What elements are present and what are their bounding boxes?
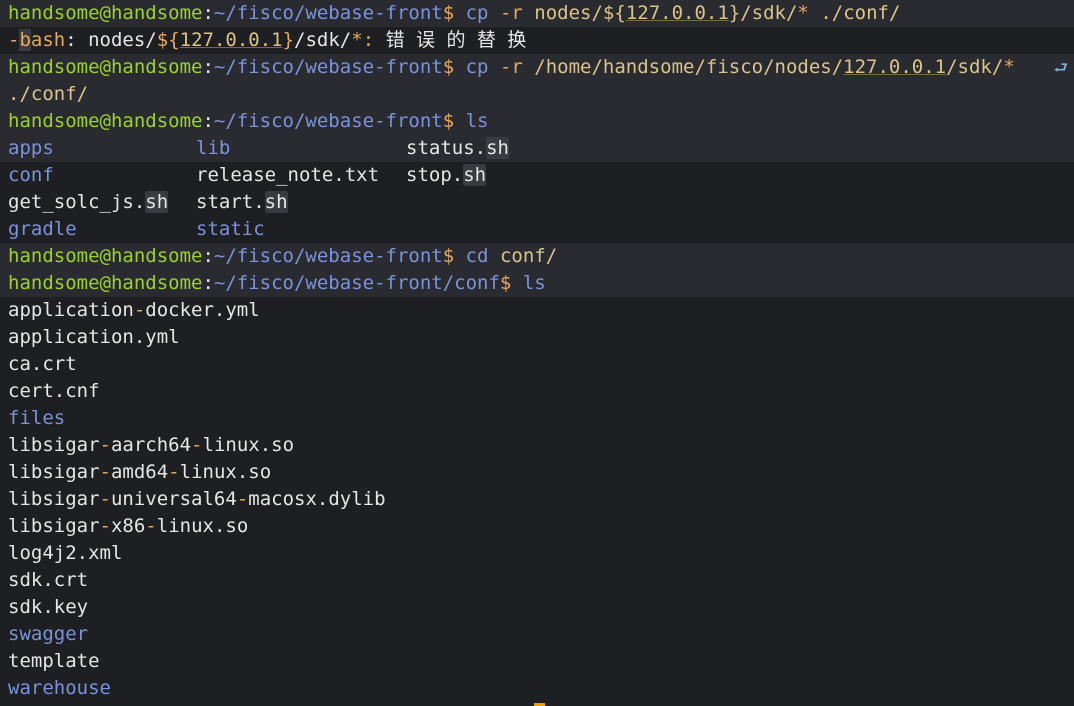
error-line: -bash: nodes/${127.0.0.1}/sdk/*: 错 误 的 替… [8, 29, 527, 51]
file-entry: libsigar-universal64-macosx.dylib [8, 488, 386, 510]
file-entry: cert.cnf [8, 380, 100, 402]
file-entry: release_note.txt [196, 164, 380, 186]
dir-entry: files [8, 407, 66, 429]
prompt-path: ~/fisco/webase-front [213, 2, 443, 24]
file-entry: template [8, 650, 100, 672]
terminal-window[interactable]: handsome@handsome:~/fisco/webase-front$ … [0, 0, 1074, 706]
prompt-line-cp-2-cont: ./conf/ [0, 81, 1074, 108]
dir-entry: swagger [8, 623, 89, 645]
dir-entry: warehouse [8, 677, 111, 699]
ls-row: get_solc_js.sh start.sh [0, 189, 1074, 216]
file-entry: status.sh [406, 137, 509, 159]
error-message: 错 误 的 替 换 [374, 29, 527, 51]
dir-entry: gradle [8, 218, 77, 240]
ls-row: apps lib status.sh [0, 135, 1074, 162]
file-entry: sdk.key [8, 596, 89, 618]
ls-row: gradle static [0, 216, 1074, 243]
line-wrap-icon: ⮐ [1053, 58, 1068, 77]
prompt-line-ls-2: handsome@handsome:~/fisco/webase-front/c… [0, 270, 1074, 297]
dir-entry: conf [8, 164, 54, 186]
file-entry: get_solc_js.sh [8, 191, 169, 213]
prompt-line-cp-2: handsome@handsome:~/fisco/webase-front$ … [0, 54, 1074, 81]
dir-entry: apps [8, 137, 54, 159]
file-entry: libsigar-amd64-linux.so [8, 461, 272, 483]
file-entry: libsigar-x86-linux.so [8, 515, 249, 537]
file-entry: application-docker.yml [8, 299, 260, 321]
prompt-line-cd: handsome@handsome:~/fisco/webase-front$ … [0, 243, 1074, 270]
file-entry: sdk.crt [8, 569, 89, 591]
command: cp [465, 2, 489, 24]
dir-entry: lib [196, 137, 231, 159]
file-entry: application.yml [8, 326, 180, 348]
prompt-user: handsome@handsome [8, 2, 203, 24]
file-entry: stop.sh [406, 164, 487, 186]
prompt-line-ls-1: handsome@handsome:~/fisco/webase-front$ … [0, 108, 1074, 135]
file-entry: ca.crt [8, 353, 77, 375]
file-entry: log4j2.xml [8, 542, 123, 564]
file-entry: start.sh [196, 191, 288, 213]
dir-entry: static [196, 218, 265, 240]
prompt-line-cp-1: handsome@handsome:~/fisco/webase-front$ … [0, 0, 1074, 27]
ls-row: conf release_note.txt stop.sh [0, 162, 1074, 189]
file-entry: libsigar-aarch64-linux.so [8, 434, 295, 456]
